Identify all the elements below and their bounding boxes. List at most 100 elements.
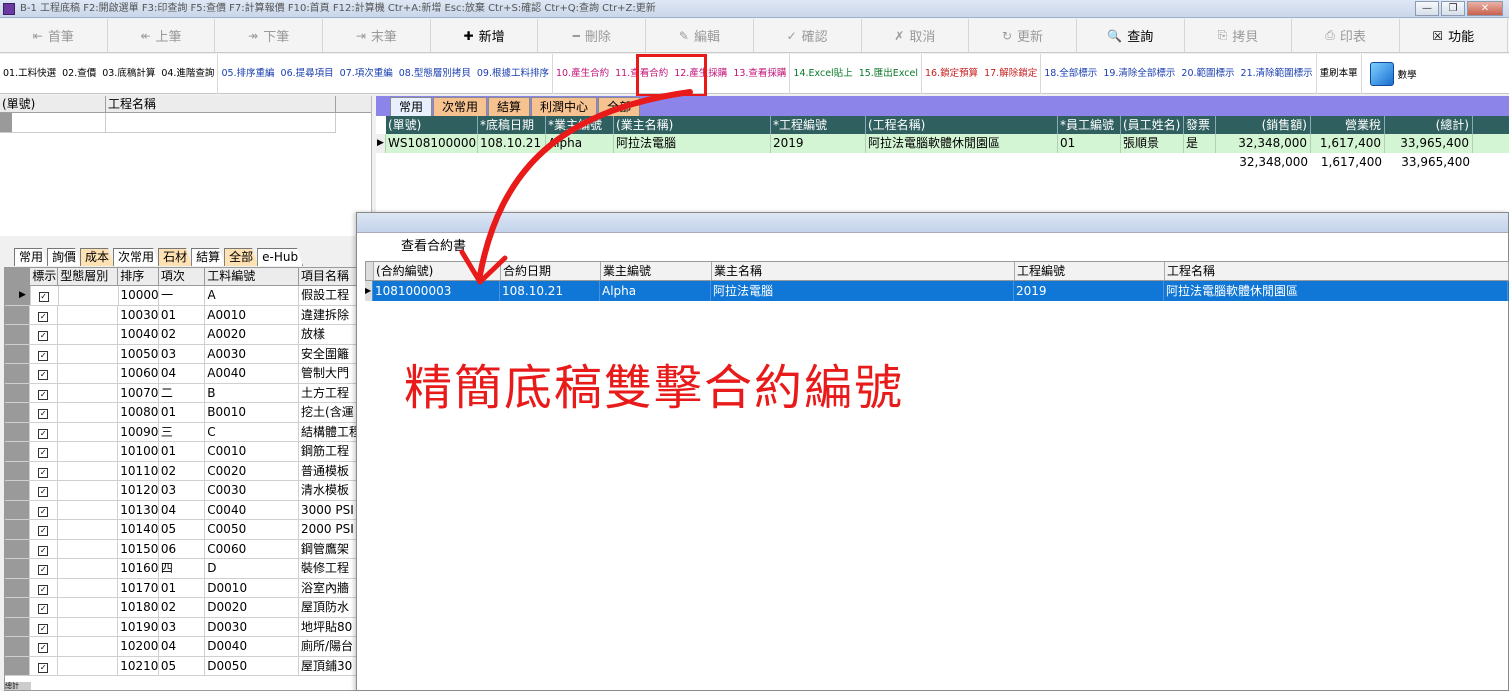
row-selector[interactable] (5, 578, 31, 597)
tab-profit-center[interactable]: 利潤中心 (531, 97, 598, 116)
cell-item-name[interactable]: 清水模板 (299, 481, 357, 500)
hdr-draft-date[interactable]: *底稿日期 (478, 116, 546, 134)
cell-type-level[interactable] (58, 442, 119, 461)
cell-invoice[interactable]: 是 (1184, 134, 1216, 153)
cell-owner-name[interactable]: 阿拉法電腦 (614, 134, 771, 153)
cell-type-level[interactable] (58, 344, 119, 363)
row-selector[interactable] (5, 403, 31, 422)
func-quick-material[interactable]: 01.工料快選 (0, 54, 59, 94)
cell-sort[interactable]: 10030 (118, 305, 159, 324)
row-selector[interactable] (5, 383, 31, 402)
func-resort[interactable]: 05.排序重編 (218, 54, 277, 94)
mark-checkbox[interactable]: ✓ (30, 481, 59, 500)
hdr-owner-no[interactable]: 業主編號 (601, 262, 712, 280)
math-button[interactable]: 數學 (1362, 54, 1425, 94)
hdr-item-name[interactable]: 項目名稱 (299, 268, 357, 285)
cell-sort[interactable]: 10130 (118, 500, 159, 519)
cell-item-no[interactable]: 04 (159, 500, 206, 519)
cancel-button[interactable]: ✗ 取消 (862, 19, 970, 52)
row-selector[interactable] (5, 637, 31, 656)
row-selector[interactable] (5, 500, 31, 519)
cell-item-no[interactable]: 02 (159, 598, 206, 617)
hdr-project-no[interactable]: *工程編號 (771, 116, 866, 134)
table-row[interactable]: ✓ 10070 二 B 土方工程 (5, 383, 357, 403)
hdr-employee-no[interactable]: *員工編號 (1058, 116, 1121, 134)
cell-material-no[interactable]: D0010 (205, 578, 300, 597)
cell-item-name[interactable]: 挖土(含運 (299, 403, 357, 422)
cell-material-no[interactable]: C (205, 422, 300, 441)
table-row[interactable]: ✓ 10080 01 B0010 挖土(含運 (5, 403, 357, 423)
cell-tax[interactable]: 1,617,400 (1311, 134, 1385, 153)
cell-item-no[interactable]: 04 (159, 364, 206, 383)
cell-item-no[interactable]: 04 (159, 637, 206, 656)
confirm-button[interactable]: ✓ 確認 (754, 19, 862, 52)
cell-item-no[interactable]: 四 (159, 559, 206, 578)
last-record-button[interactable]: ⇥ 末筆 (323, 19, 431, 52)
cell-sort[interactable]: 10000 (119, 286, 160, 305)
row-selector[interactable] (5, 598, 31, 617)
prev-record-button[interactable]: ↞ 上筆 (108, 19, 216, 52)
edit-button[interactable]: ✎ 編輯 (646, 19, 754, 52)
hdr-employee-name[interactable]: (員工姓名) (1121, 116, 1184, 134)
mark-checkbox[interactable]: ✓ (30, 500, 59, 519)
table-row[interactable]: ▶ ✓ 10000 一 A 假設工程 (5, 286, 357, 306)
cell-sort[interactable]: 10100 (118, 442, 159, 461)
func-type-copy[interactable]: 08.型態層別拷貝 (396, 54, 474, 94)
hdr-order-no[interactable]: (單號) (386, 116, 478, 134)
row-selector[interactable] (5, 422, 31, 441)
row-selector[interactable] (5, 481, 31, 500)
table-row[interactable]: ✓ 10170 01 D0010 浴室內牆 (5, 578, 357, 598)
mark-checkbox[interactable]: ✓ (30, 559, 59, 578)
cell-sort[interactable]: 10110 (118, 461, 159, 480)
table-row[interactable]: ✓ 10040 02 A0020 放樣 (5, 325, 357, 345)
row-selector[interactable] (5, 442, 31, 461)
row-selector[interactable] (5, 364, 31, 383)
mark-checkbox[interactable]: ✓ (30, 403, 59, 422)
col-project-name[interactable]: 工程名稱 (106, 96, 336, 112)
tab-settlement[interactable]: 結算 (488, 97, 531, 116)
cell-type-level[interactable] (58, 598, 119, 617)
cell-type-level[interactable] (58, 539, 119, 558)
mark-checkbox[interactable]: ✓ (30, 383, 59, 402)
hdr-total[interactable]: (總計) (1385, 116, 1473, 134)
cell-sort[interactable]: 10080 (118, 403, 159, 422)
contract-row[interactable]: ▶ 1081000003 108.10.21 Alpha 阿拉法電腦 2019 … (365, 281, 1509, 301)
mark-checkbox[interactable]: ✓ (30, 422, 59, 441)
table-row[interactable]: ✓ 10110 02 C0020 普通模板 (5, 461, 357, 481)
cell-material-no[interactable]: A0040 (205, 364, 300, 383)
cell-employee-name[interactable]: 張順景 (1121, 134, 1184, 153)
cell-owner-no[interactable]: Alpha (546, 134, 614, 153)
cell-material-no[interactable]: D0020 (205, 598, 300, 617)
cell-material-no[interactable]: D0030 (205, 617, 300, 636)
cell-type-level[interactable] (58, 617, 119, 636)
hdr-contract-date[interactable]: 合約日期 (501, 262, 601, 280)
print-button[interactable]: ⎙ 印表 (1292, 19, 1400, 52)
cell-item-no[interactable]: 01 (159, 305, 206, 324)
cell-item-name[interactable]: 廁所/陽台 (299, 637, 357, 656)
hdr-contract-no[interactable]: (合約編號) (374, 262, 501, 280)
row-selector[interactable] (5, 344, 31, 363)
row-selector[interactable] (5, 539, 31, 558)
ltab-all[interactable]: 全部 (224, 248, 258, 266)
cell-sort[interactable]: 10180 (118, 598, 159, 617)
cell-type-level[interactable] (58, 637, 119, 656)
func-refresh-doc[interactable]: 重刷本單 (1317, 54, 1361, 94)
mark-checkbox[interactable]: ✓ (30, 637, 59, 656)
func-clear-all[interactable]: 19.清除全部標示 (1100, 54, 1178, 94)
cell-material-no[interactable]: A (205, 286, 300, 305)
minimize-button[interactable]: — (1415, 1, 1439, 16)
table-row[interactable]: ✓ 10060 04 A0040 管制大門 (5, 364, 357, 384)
func-price-check[interactable]: 02.查價 (59, 54, 99, 94)
cell-item-name[interactable]: 屋頂防水 (299, 598, 357, 617)
func-calc[interactable]: 03.底稿計算 (99, 54, 158, 94)
cell-item-no[interactable]: 01 (159, 442, 206, 461)
mark-checkbox[interactable]: ✓ (30, 656, 59, 675)
cell-sort[interactable]: 10200 (118, 637, 159, 656)
hdr-owner-no[interactable]: *業主編號 (546, 116, 614, 134)
copy-button[interactable]: ⎘ 拷貝 (1185, 19, 1293, 52)
table-row[interactable]: ✓ 10210 05 D0050 屋頂鋪30 (5, 656, 357, 676)
cell-sort[interactable]: 10120 (118, 481, 159, 500)
cell-material-no[interactable]: A0010 (205, 305, 300, 324)
mark-checkbox[interactable]: ✓ (30, 305, 59, 324)
query-button[interactable]: 🔍 查詢 (1077, 19, 1185, 52)
